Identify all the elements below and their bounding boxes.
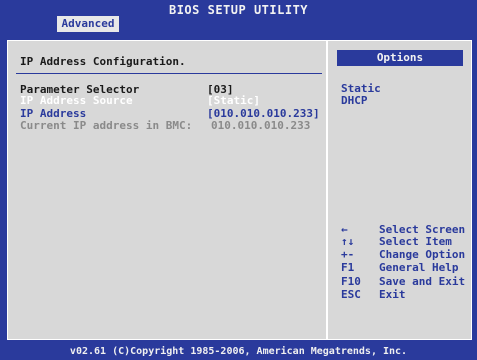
help-desc: General Help — [379, 261, 459, 274]
f10-key: F10 — [341, 275, 361, 288]
help-desc: Save and Exit — [379, 275, 466, 288]
options-header: Options — [337, 50, 463, 66]
panel-divider — [326, 40, 328, 340]
title-bar: BIOS SETUP UTILITY Advanced — [0, 0, 477, 32]
setting-value[interactable]: [Static] — [207, 94, 260, 107]
help-desc: Exit — [379, 288, 406, 301]
window-title: BIOS SETUP UTILITY — [168, 3, 309, 17]
page-title: IP Address Configuration. — [20, 55, 186, 68]
section-divider — [16, 73, 322, 74]
f1-key: F1 — [341, 261, 355, 274]
tab-advanced[interactable]: Advanced — [57, 16, 119, 32]
up-down-arrow-key: ↑↓ — [341, 235, 355, 248]
setting-label: Current IP address in BMC: — [20, 119, 193, 132]
setting-label: IP Address Source — [20, 94, 133, 107]
help-desc: Select Item — [379, 235, 452, 248]
option-dhcp[interactable]: DHCP — [341, 94, 368, 107]
esc-key: ESC — [341, 288, 361, 301]
setting-value: 010.010.010.233 — [211, 119, 311, 132]
copyright-footer: v02.61 (C)Copyright 1985-2006, American … — [0, 343, 477, 360]
plus-minus-key: +- — [341, 248, 355, 261]
help-desc: Change Option — [379, 248, 466, 261]
